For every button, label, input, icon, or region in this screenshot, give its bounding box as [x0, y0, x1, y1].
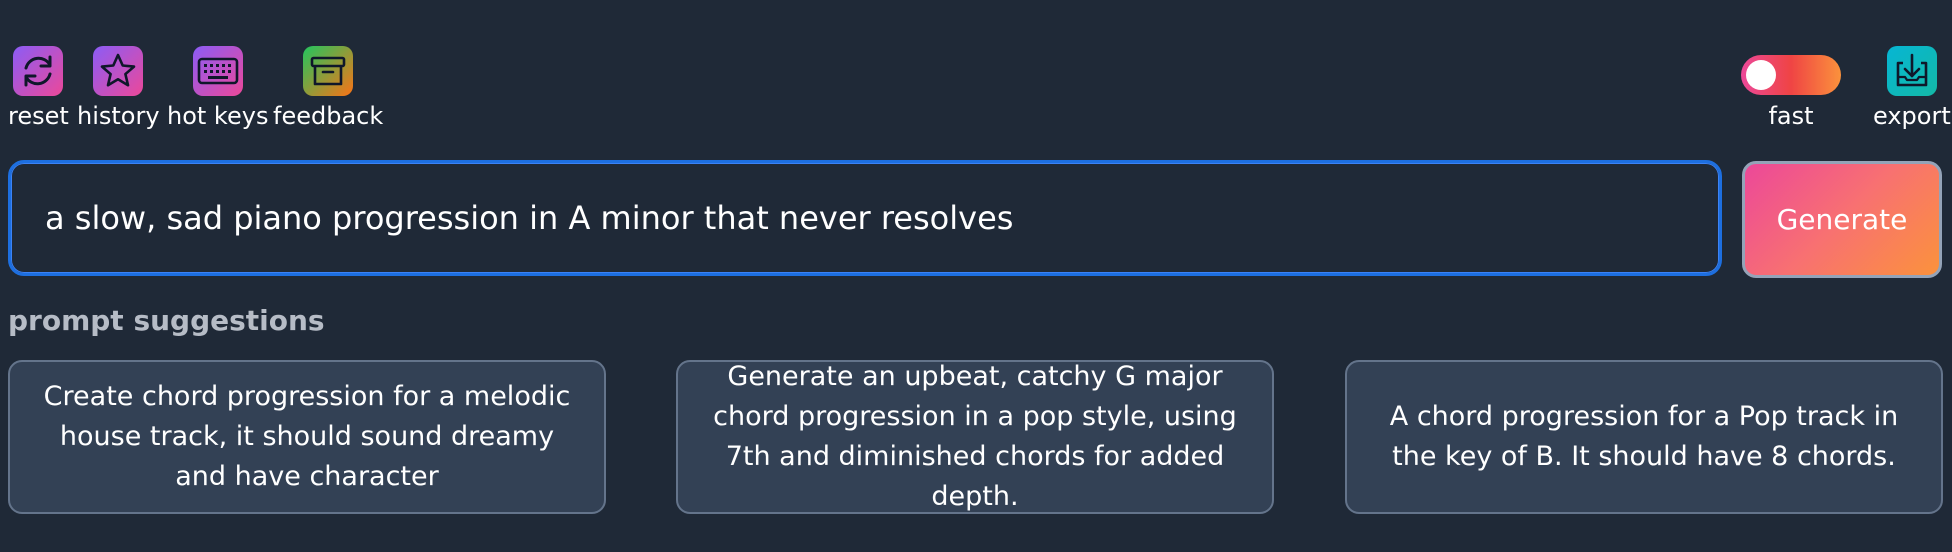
suggestion-card[interactable]: A chord progression for a Pop track in t…	[1345, 360, 1943, 514]
prompt-input[interactable]	[8, 160, 1722, 276]
prompt-suggestions-heading: prompt suggestions	[8, 304, 325, 337]
reset-button[interactable]: reset	[8, 46, 69, 130]
feedback-button[interactable]: feedback	[273, 46, 383, 130]
toggle-knob	[1746, 60, 1776, 90]
export-label: export	[1873, 102, 1951, 130]
suggestion-card[interactable]: Generate an upbeat, catchy G major chord…	[676, 360, 1274, 514]
generate-button[interactable]: Generate	[1742, 161, 1942, 278]
reset-label: reset	[8, 102, 69, 130]
fast-toggle-switch[interactable]	[1741, 55, 1841, 95]
suggestion-text: Create chord progression for a melodic h…	[43, 381, 571, 492]
suggestion-text: A chord progression for a Pop track in t…	[1389, 401, 1899, 472]
download-tray-icon	[1886, 46, 1937, 96]
history-button[interactable]: history	[77, 46, 160, 130]
hot-keys-button[interactable]: hot keys	[167, 46, 268, 130]
suggestion-text: Generate an upbeat, catchy G major chord…	[713, 361, 1237, 512]
fast-label: fast	[1768, 102, 1814, 130]
hot-keys-label: hot keys	[167, 102, 269, 130]
star-icon	[93, 46, 144, 96]
history-label: history	[77, 102, 160, 130]
export-button[interactable]: export	[1873, 46, 1951, 130]
feedback-label: feedback	[273, 102, 384, 130]
archive-box-icon	[303, 46, 354, 96]
refresh-icon	[13, 46, 64, 96]
fast-toggle[interactable]: fast	[1741, 46, 1841, 130]
suggestion-card[interactable]: Create chord progression for a melodic h…	[8, 360, 606, 514]
keyboard-icon	[192, 46, 243, 96]
